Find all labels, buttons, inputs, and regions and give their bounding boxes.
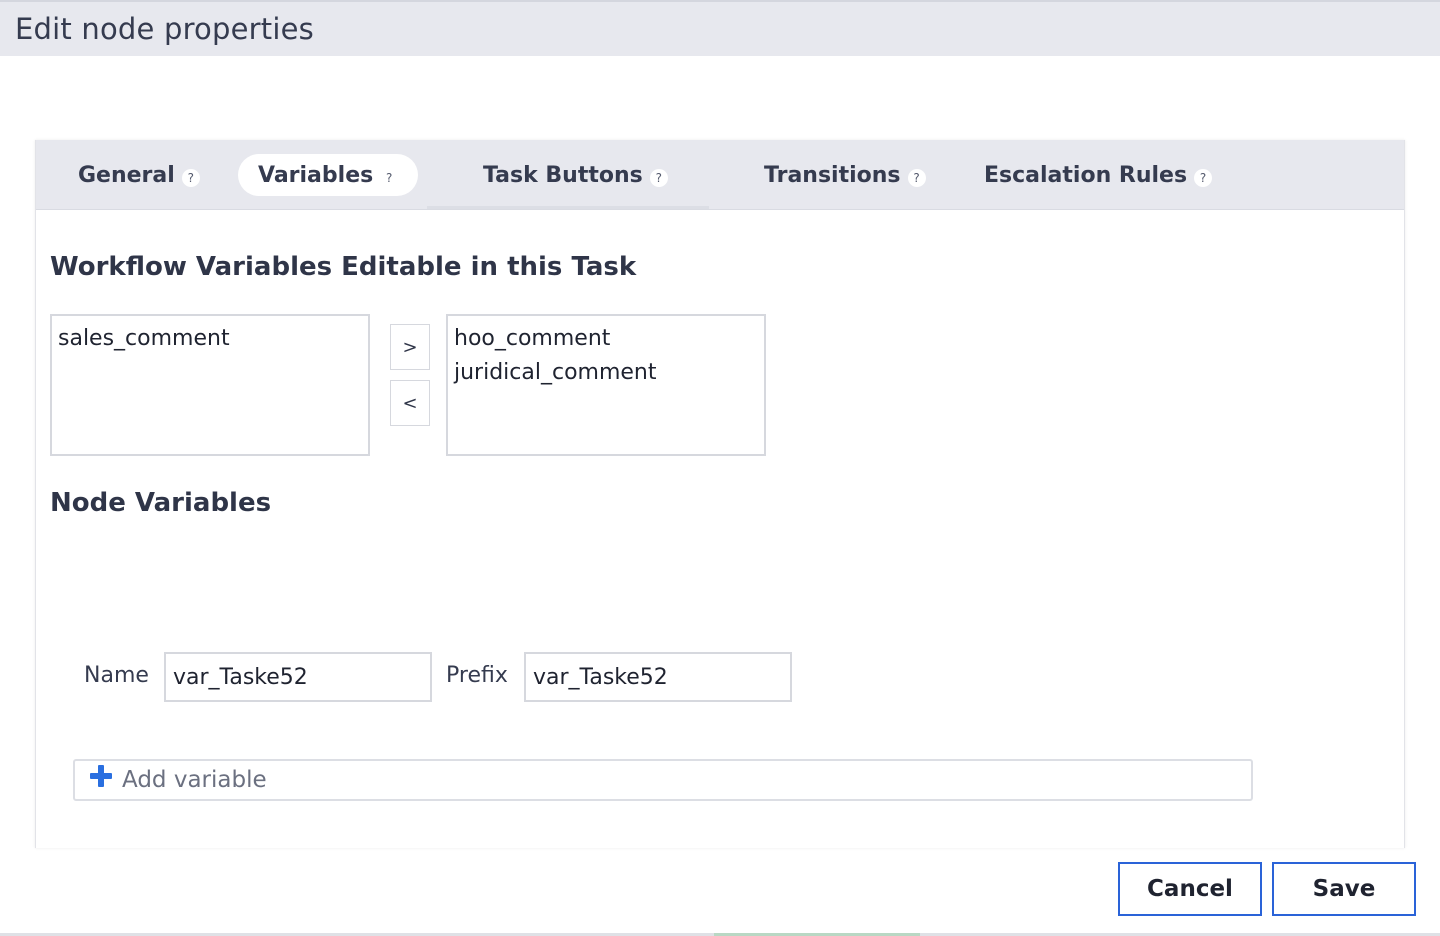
help-icon[interactable]: ?	[907, 169, 926, 187]
help-icon[interactable]: ?	[380, 169, 398, 187]
selected-variables-list[interactable]: hoo_comment juridical_comment	[446, 314, 766, 456]
help-icon[interactable]: ?	[1194, 169, 1213, 187]
move-left-button[interactable]: <	[390, 380, 430, 426]
help-icon[interactable]: ?	[181, 169, 200, 187]
list-item[interactable]: hoo_comment	[454, 322, 758, 356]
tab-general[interactable]: General ?	[78, 154, 200, 196]
dialog-title: Edit node properties	[15, 12, 314, 46]
add-variable-label: Add variable	[122, 767, 267, 793]
name-label: Name	[84, 663, 149, 688]
move-right-button[interactable]: >	[390, 324, 430, 370]
add-variable-button[interactable]: Add variable	[73, 759, 1253, 801]
help-icon[interactable]: ?	[649, 169, 668, 187]
prefix-input[interactable]	[524, 652, 792, 702]
tab-transitions[interactable]: Transitions ?	[764, 154, 926, 196]
properties-panel: General ? Variables ? Task Buttons ? Tra…	[35, 140, 1405, 848]
tab-hover-underline	[427, 206, 709, 209]
tab-general-label: General	[78, 162, 175, 188]
workflow-variables-title: Workflow Variables Editable in this Task	[50, 252, 637, 282]
tab-task-buttons-label: Task Buttons	[483, 162, 643, 188]
tab-transitions-label: Transitions	[764, 162, 901, 188]
name-input[interactable]	[164, 652, 432, 702]
tab-task-buttons[interactable]: Task Buttons ?	[483, 154, 668, 196]
save-button[interactable]: Save	[1272, 862, 1416, 916]
prefix-label: Prefix	[446, 663, 508, 688]
tab-variables-label: Variables	[258, 162, 374, 188]
cancel-button[interactable]: Cancel	[1118, 862, 1262, 916]
plus-icon	[90, 765, 112, 787]
tab-escalation-rules[interactable]: Escalation Rules ?	[984, 154, 1213, 196]
dialog-header: Edit node properties	[0, 0, 1440, 56]
node-variables-title: Node Variables	[50, 488, 272, 518]
tab-variables[interactable]: Variables ?	[238, 154, 419, 196]
tab-bar: General ? Variables ? Task Buttons ? Tra…	[36, 140, 1404, 210]
list-item[interactable]: sales_comment	[58, 322, 362, 356]
list-item[interactable]: juridical_comment	[454, 356, 758, 390]
available-variables-list[interactable]: sales_comment	[50, 314, 370, 456]
tab-escalation-rules-label: Escalation Rules	[984, 162, 1188, 188]
